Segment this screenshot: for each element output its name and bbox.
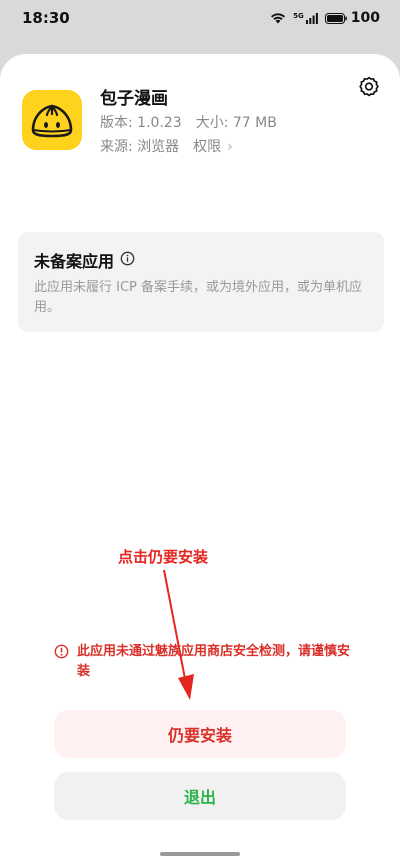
gear-icon[interactable] [358, 76, 380, 98]
app-version: 版本: 1.0.23 [100, 115, 182, 131]
battery-indicator: 100 [324, 10, 380, 26]
warning-text: 此应用未通过魅族应用商店安全检测，请谨慎安装 [77, 644, 351, 679]
app-header: 包子漫画 版本: 1.0.23 大小: 77 MB 来源: 浏览器 权限 › [22, 89, 277, 158]
status-bar: 18:30 5G 100 [0, 0, 400, 36]
network-type: 5G [293, 11, 304, 20]
signal-icon: 5G [293, 11, 318, 24]
chevron-right-icon: › [227, 139, 233, 155]
app-icon [22, 90, 82, 150]
bun-icon [31, 104, 73, 138]
battery-icon [324, 12, 347, 24]
permissions-label: 权限 [193, 139, 222, 155]
app-version-size: 版本: 1.0.23 大小: 77 MB [100, 112, 277, 134]
status-icons: 5G 100 [270, 10, 380, 26]
install-anyway-button[interactable]: 仍要安装 [54, 710, 346, 758]
battery-level: 100 [350, 10, 380, 26]
exit-button[interactable]: 退出 [54, 772, 346, 820]
app-source-row: 来源: 浏览器 权限 › [100, 136, 277, 158]
notice-title: 未备案应用 [34, 252, 115, 271]
warning-icon [54, 644, 69, 666]
wifi-icon [270, 12, 286, 24]
app-size: 大小: 77 MB [195, 115, 277, 131]
tap-annotation: 点击仍要安装 [118, 548, 209, 566]
notice-body: 此应用未履行 ICP 备案手续，或为境外应用，或为单机应用。 [34, 280, 363, 315]
permissions-link[interactable]: 权限 › [193, 139, 233, 155]
info-icon[interactable] [120, 251, 135, 270]
notice-title-row: 未备案应用 [34, 248, 368, 272]
security-warning: 此应用未通过魅族应用商店安全检测，请谨慎安装 [54, 642, 354, 682]
app-name: 包子漫画 [100, 89, 168, 109]
status-time: 18:30 [22, 9, 70, 27]
home-indicator[interactable] [160, 852, 240, 856]
app-meta: 包子漫画 版本: 1.0.23 大小: 77 MB 来源: 浏览器 权限 › [100, 89, 277, 158]
app-source: 来源: 浏览器 [100, 139, 180, 155]
annotation-arrow [163, 569, 194, 700]
unregistered-notice: 未备案应用 此应用未履行 ICP 备案手续，或为境外应用，或为单机应用。 [18, 232, 384, 332]
